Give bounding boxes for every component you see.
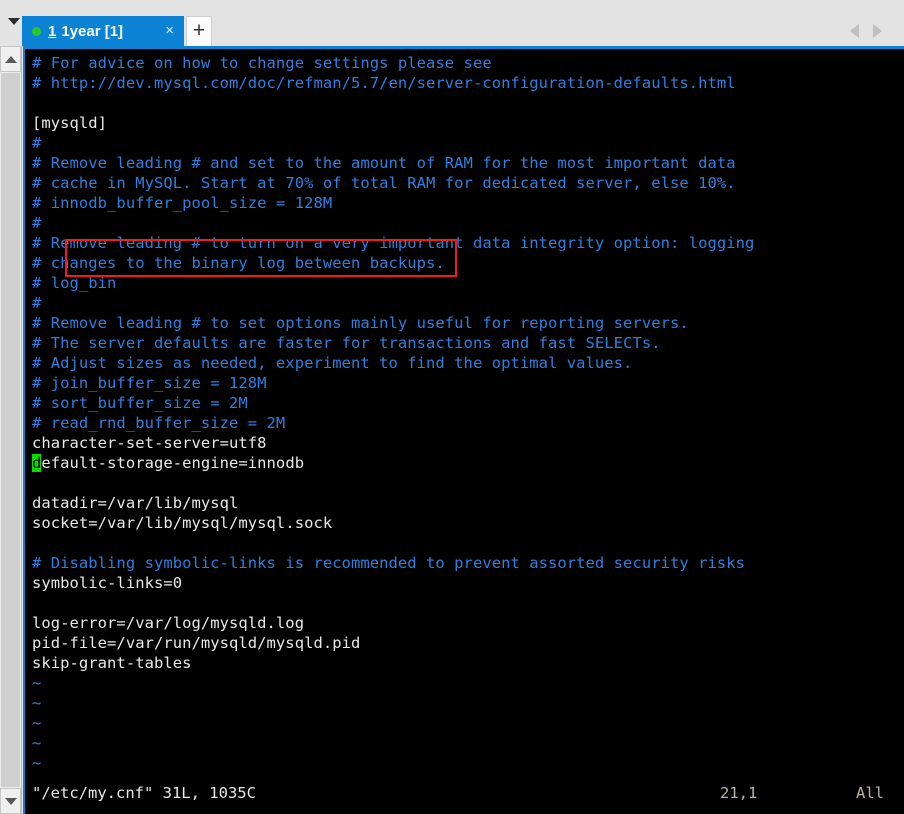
- buffer-line: ~: [32, 673, 754, 693]
- buffer-line: # cache in MySQL. Start at 70% of total …: [32, 173, 754, 193]
- buffer-line: ~: [32, 693, 754, 713]
- buffer-line: # http://dev.mysql.com/doc/refman/5.7/en…: [32, 73, 754, 93]
- buffer-line-text: [32, 594, 41, 612]
- buffer-line: ~: [32, 733, 754, 753]
- buffer-line-text: # Disabling symbolic-links is recommende…: [32, 554, 746, 572]
- tab-index-label: 1: [48, 22, 57, 40]
- buffer-line: [32, 93, 754, 113]
- buffer-line-text: # The server defaults are faster for tra…: [32, 334, 661, 352]
- buffer-line: character-set-server=utf8: [32, 433, 754, 453]
- close-icon[interactable]: ×: [165, 22, 174, 40]
- buffer-line: # read_rnd_buffer_size = 2M: [32, 413, 754, 433]
- buffer-line: # The server defaults are faster for tra…: [32, 333, 754, 353]
- buffer-line-text: log-error=/var/log/mysqld.log: [32, 614, 305, 632]
- buffer-line-text: # Remove leading # to set options mainly…: [32, 314, 689, 332]
- buffer-line-text: # read_rnd_buffer_size = 2M: [32, 414, 286, 432]
- buffer-line-text: character-set-server=utf8: [32, 434, 267, 452]
- status-scroll-indicator: All: [856, 784, 884, 802]
- status-cursor-position: 21,1: [720, 784, 758, 802]
- tab-bar: 1 1year [1] × +: [0, 0, 904, 46]
- buffer-line: datadir=/var/lib/mysql: [32, 493, 754, 513]
- terminal-pane[interactable]: # For advice on how to change settings p…: [23, 46, 904, 814]
- buffer-line: [32, 593, 754, 613]
- buffer-line-text: ~: [32, 674, 42, 692]
- buffer-line: pid-file=/var/run/mysqld/mysqld.pid: [32, 633, 754, 653]
- scroll-up-button[interactable]: [0, 46, 21, 72]
- buffer-line-text: # Remove leading # and set to the amount…: [32, 154, 736, 172]
- buffer-line: # Remove leading # and set to the amount…: [32, 153, 754, 173]
- buffer-line: [mysqld]: [32, 113, 754, 133]
- buffer-line-text: [mysqld]: [32, 114, 108, 132]
- buffer-line-text: # http://dev.mysql.com/doc/refman/5.7/en…: [32, 74, 736, 92]
- triangle-left-icon[interactable]: [850, 24, 859, 38]
- buffer-line-text: ~: [32, 754, 42, 772]
- buffer-line: ~: [32, 713, 754, 733]
- buffer-line-text: pid-file=/var/run/mysqld/mysqld.pid: [32, 634, 361, 652]
- buffer-line-text: [32, 94, 41, 112]
- status-file-info: "/etc/my.cnf" 31L, 1035C: [32, 784, 256, 802]
- buffer-line-text: efault-storage-engine=innodb: [41, 454, 305, 472]
- chevron-down-icon: [4, 797, 17, 805]
- buffer-line: symbolic-links=0: [32, 573, 754, 593]
- buffer-line-text: datadir=/var/lib/mysql: [32, 494, 239, 512]
- buffer-line-text: # changes to the binary log between back…: [32, 254, 445, 272]
- buffer-line: # Adjust sizes as needed, experiment to …: [32, 353, 754, 373]
- vim-buffer[interactable]: # For advice on how to change settings p…: [32, 53, 754, 773]
- buffer-line: [32, 533, 754, 553]
- chevron-up-icon: [4, 55, 17, 63]
- app-window: 1 1year [1] × + # For advice on how to c…: [0, 0, 904, 814]
- buffer-line: # join_buffer_size = 128M: [32, 373, 754, 393]
- buffer-line-text: #: [32, 294, 42, 312]
- buffer-line: #: [32, 133, 754, 153]
- buffer-line-text: # innodb_buffer_pool_size = 128M: [32, 194, 333, 212]
- buffer-line: # sort_buffer_size = 2M: [32, 393, 754, 413]
- buffer-line-text: # Remove leading # to turn on a very imp…: [32, 234, 755, 252]
- tab-1year[interactable]: 1 1year [1] ×: [22, 16, 184, 46]
- buffer-line-text: symbolic-links=0: [32, 574, 183, 592]
- buffer-line-text: #: [32, 214, 42, 232]
- buffer-line: log-error=/var/log/mysqld.log: [32, 613, 754, 633]
- buffer-line: # Remove leading # to turn on a very imp…: [32, 233, 754, 253]
- buffer-line-text: skip-grant-tables: [32, 654, 192, 672]
- buffer-line-text: ~: [32, 734, 42, 752]
- buffer-line-text: # cache in MySQL. Start at 70% of total …: [32, 174, 736, 192]
- buffer-line: #: [32, 293, 754, 313]
- buffer-line: default-storage-engine=innodb: [32, 453, 754, 473]
- scrollbar-track[interactable]: [1, 73, 20, 787]
- buffer-line: # For advice on how to change settings p…: [32, 53, 754, 73]
- buffer-line-text: [32, 474, 41, 492]
- buffer-line-text: [32, 534, 41, 552]
- buffer-line-text: # sort_buffer_size = 2M: [32, 394, 248, 412]
- text-cursor: d: [32, 454, 42, 472]
- vim-status-line: "/etc/my.cnf" 31L, 1035C 21,1 All: [32, 783, 900, 803]
- buffer-line: #: [32, 213, 754, 233]
- buffer-line-text: socket=/var/lib/mysql/mysql.sock: [32, 514, 333, 532]
- buffer-line: # Remove leading # to set options mainly…: [32, 313, 754, 333]
- buffer-line-text: ~: [32, 714, 42, 732]
- new-tab-button[interactable]: +: [186, 16, 212, 46]
- buffer-line-text: # join_buffer_size = 128M: [32, 374, 267, 392]
- chevron-down-icon[interactable]: [8, 18, 20, 25]
- left-scrollbar[interactable]: [0, 46, 22, 814]
- buffer-line-text: # For advice on how to change settings p…: [32, 54, 492, 72]
- tab-title-label: 1year [1]: [61, 22, 124, 40]
- buffer-line: skip-grant-tables: [32, 653, 754, 673]
- scroll-down-button[interactable]: [0, 788, 21, 814]
- buffer-line: # changes to the binary log between back…: [32, 253, 754, 273]
- buffer-line: # innodb_buffer_pool_size = 128M: [32, 193, 754, 213]
- buffer-line-text: #: [32, 134, 42, 152]
- tab-nav-arrows: [846, 22, 896, 40]
- tab-status-dot-icon: [32, 26, 41, 36]
- buffer-line-text: # log_bin: [32, 274, 117, 292]
- buffer-line: ~: [32, 753, 754, 773]
- buffer-line-text: ~: [32, 694, 42, 712]
- buffer-line: socket=/var/lib/mysql/mysql.sock: [32, 513, 754, 533]
- buffer-line: # Disabling symbolic-links is recommende…: [32, 553, 754, 573]
- buffer-line: # log_bin: [32, 273, 754, 293]
- triangle-right-icon[interactable]: [873, 24, 882, 38]
- buffer-line-text: # Adjust sizes as needed, experiment to …: [32, 354, 633, 372]
- buffer-line: [32, 473, 754, 493]
